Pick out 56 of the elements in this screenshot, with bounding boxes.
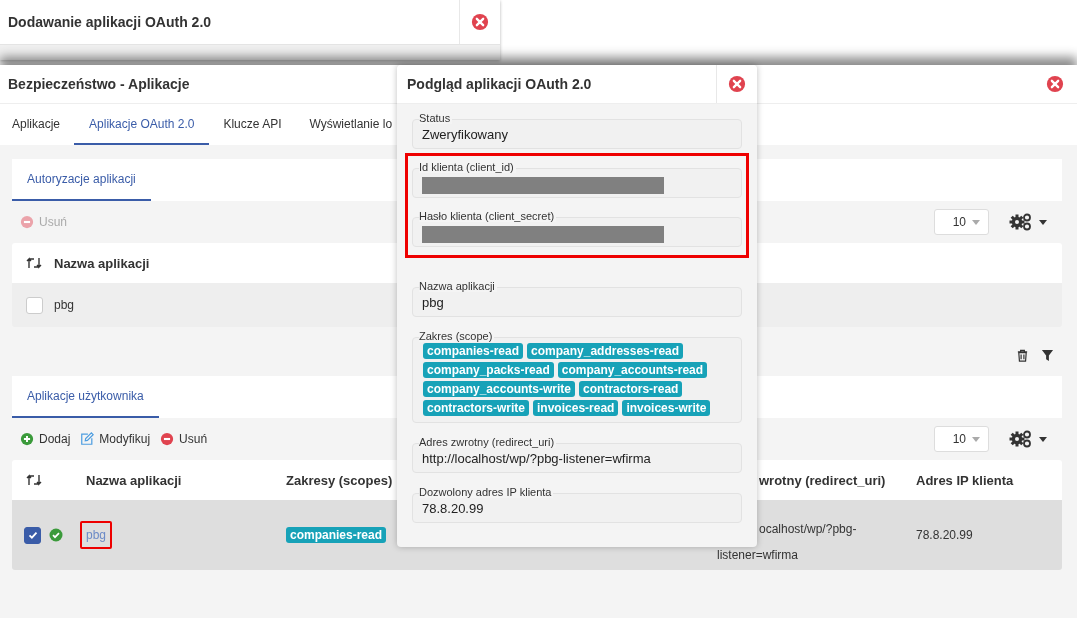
field-label: Zakres (scope) [419, 330, 495, 342]
caret-icon [1039, 436, 1047, 442]
window-title: Dodawanie aplikacji OAuth 2.0 [8, 14, 213, 30]
table-cell-text: ocalhost/wp/?pbg- [758, 522, 858, 536]
scope-tag: invoices-read [533, 400, 619, 416]
edit-button[interactable]: Modyfikuj [75, 427, 156, 451]
caret-icon [1039, 219, 1047, 225]
field-label: Dozwolony adres IP klienta [419, 486, 554, 498]
scope-tag: invoices-write [622, 400, 711, 416]
tab[interactable]: Aplikacje [0, 104, 75, 145]
close-icon[interactable] [728, 75, 746, 93]
tab[interactable]: Autoryzacje aplikacji [12, 159, 151, 201]
scope-tag: company_packs-read [423, 362, 554, 378]
plus-icon [20, 432, 34, 446]
page-size-select[interactable]: 10 [934, 426, 989, 452]
filter-icon[interactable] [1041, 349, 1054, 362]
scope-tag: company_accounts-read [557, 362, 708, 378]
edit-icon [80, 432, 95, 446]
field-label: Nazwa aplikacji [419, 280, 497, 292]
tab[interactable]: Klucze API [209, 104, 296, 145]
column-header[interactable]: Nazwa aplikacji [86, 472, 286, 488]
delete-button[interactable]: Usuń [155, 427, 213, 451]
scope-tag: contractors-write [423, 400, 530, 416]
field-label: Id klienta (client_id) [419, 161, 516, 173]
field-label: Adres zwrotny (redirect_uri) [419, 436, 557, 448]
scope-tag: company_addresses-read [527, 343, 684, 359]
trash-icon[interactable] [1016, 349, 1029, 362]
table-cell: 78.8.20.99 [916, 528, 973, 542]
row-checkbox[interactable] [24, 526, 41, 544]
window-title: Podgląd aplikacji OAuth 2.0 [407, 76, 593, 92]
field-label: Hasło klienta (client_secret) [419, 210, 557, 222]
close-icon[interactable] [1046, 75, 1064, 93]
caret-icon [972, 219, 980, 225]
scope-tag: companies-read [423, 343, 524, 359]
scope-tag: companies-read [286, 527, 387, 543]
table-cell: pbg [54, 298, 75, 312]
checkmark-icon [26, 529, 39, 541]
tab[interactable]: Aplikacje OAuth 2.0 [74, 104, 210, 145]
gears-icon [1009, 213, 1033, 231]
table-cell-text: listener=wfirma [717, 548, 800, 562]
sort-icon[interactable] [26, 474, 42, 486]
caret-icon [972, 436, 980, 442]
page-size-select[interactable]: 10 [934, 209, 989, 235]
add-button[interactable]: Dodaj [15, 427, 76, 451]
gears-icon [1009, 430, 1033, 448]
column-header[interactable]: Adres IP klienta [916, 472, 1062, 488]
scope-tag: contractors-read [579, 381, 683, 397]
sort-icon[interactable] [26, 257, 42, 269]
field-label: Status [419, 112, 453, 124]
tab[interactable]: Aplikacje użytkownika [12, 376, 159, 418]
minus-icon [160, 432, 175, 446]
scope-tag: company_accounts-write [423, 381, 576, 397]
close-icon[interactable] [471, 13, 489, 31]
window-title: Bezpieczeństwo - Aplikacje [8, 76, 190, 92]
tab[interactable]: Wyświetlanie lo [295, 104, 407, 145]
minus-icon [20, 215, 34, 229]
